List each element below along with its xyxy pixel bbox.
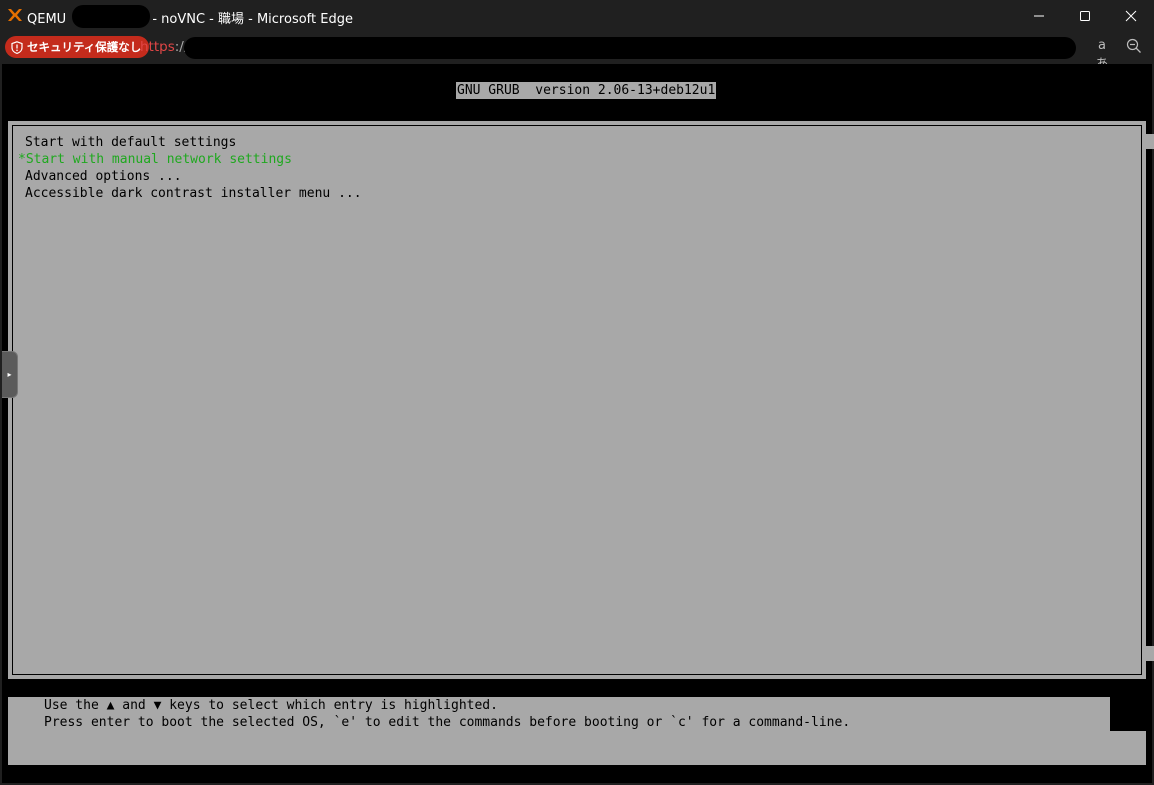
scroll-indicator-top bbox=[1146, 134, 1154, 149]
not-secure-badge[interactable]: セキュリティ保護なし bbox=[5, 36, 150, 58]
url-scheme: https bbox=[140, 39, 175, 55]
grub-bottom-bar bbox=[8, 731, 1146, 765]
maximize-button[interactable] bbox=[1062, 0, 1108, 32]
help-line-keys: Use the ▲ and ▼ keys to select which ent… bbox=[44, 698, 498, 713]
grub-menu-border: Start with default settings *Start with … bbox=[12, 125, 1142, 675]
menu-item-advanced[interactable]: Advanced options ... bbox=[25, 168, 182, 185]
novnc-sidebar-handle[interactable]: ▸ bbox=[2, 351, 18, 398]
grub-menu: Start with default settings *Start with … bbox=[8, 121, 1146, 679]
magnifier-minus-icon bbox=[1126, 38, 1141, 53]
menu-item-default[interactable]: Start with default settings bbox=[25, 134, 236, 151]
security-label: セキュリティ保護なし bbox=[27, 40, 142, 54]
window-title: QEMU - noVNC - 職場 - Microsoft Edge bbox=[27, 5, 353, 28]
redacted-title bbox=[72, 5, 151, 28]
zoom-out-icon[interactable] bbox=[1125, 38, 1143, 56]
title-suffix: - noVNC - 職場 - Microsoft Edge bbox=[152, 12, 353, 27]
redacted-url bbox=[184, 37, 1076, 59]
scroll-indicator-bottom bbox=[1146, 646, 1154, 661]
shield-warning-icon bbox=[11, 40, 23, 54]
menu-item-manual-network[interactable]: *Start with manual network settings bbox=[18, 151, 292, 168]
chevron-right-icon: ▸ bbox=[7, 370, 12, 379]
url-input[interactable]: https:// bbox=[140, 39, 188, 55]
minimize-button[interactable] bbox=[1016, 0, 1062, 32]
read-aloud-icon[interactable]: aあ bbox=[1093, 38, 1111, 72]
proxmox-app-icon bbox=[8, 9, 22, 21]
close-icon bbox=[1125, 10, 1137, 22]
address-bar: セキュリティ保護なし https:// aあ bbox=[0, 32, 1154, 72]
minimize-icon bbox=[1034, 15, 1044, 17]
maximize-icon bbox=[1080, 11, 1090, 21]
title-prefix: QEMU bbox=[27, 12, 67, 27]
vnc-screen[interactable]: GNU GRUB version 2.06-13+deb12u1 Start w… bbox=[2, 64, 1154, 783]
close-button[interactable] bbox=[1108, 0, 1154, 32]
title-bar: QEMU - noVNC - 職場 - Microsoft Edge bbox=[0, 0, 1154, 32]
grub-help-box: Use the ▲ and ▼ keys to select which ent… bbox=[8, 697, 1110, 731]
help-line-boot: Press enter to boot the selected OS, `e'… bbox=[44, 715, 851, 730]
menu-item-accessible-dark[interactable]: Accessible dark contrast installer menu … bbox=[25, 185, 362, 202]
grub-header: GNU GRUB version 2.06-13+deb12u1 bbox=[456, 82, 717, 99]
